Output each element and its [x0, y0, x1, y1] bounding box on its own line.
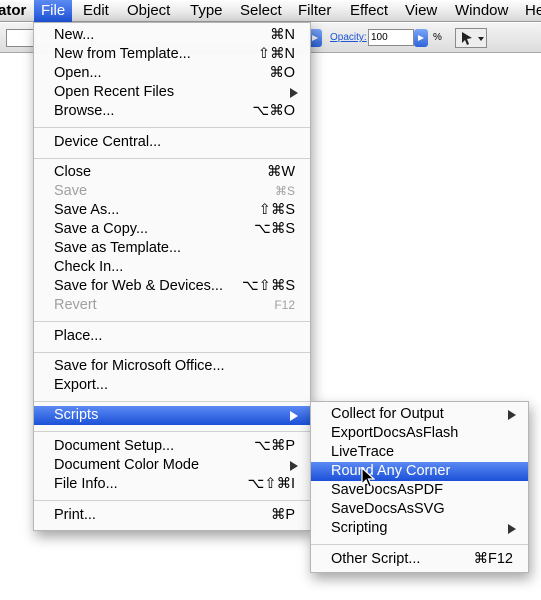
- menubar-file[interactable]: File: [34, 0, 73, 22]
- menu-separator: [34, 431, 310, 432]
- menu-item-document-color-mode[interactable]: Document Color Mode: [34, 456, 310, 475]
- submenu-arrow-icon: [290, 461, 298, 471]
- submenu-arrow-icon: [290, 88, 298, 98]
- menu-item-print[interactable]: Print... ⌘P: [34, 506, 310, 525]
- file-menu: New... ⌘N New from Template... ⇧⌘N Open...…: [33, 22, 311, 531]
- menu-item-open[interactable]: Open... ⌘O: [34, 64, 310, 83]
- menu-item-new-from-template[interactable]: New from Template... ⇧⌘N: [34, 45, 310, 64]
- menubar-edit[interactable]: Edit: [83, 0, 109, 22]
- menu-item-save-for-office[interactable]: Save for Microsoft Office...: [34, 357, 310, 376]
- menu-item-new[interactable]: New... ⌘N: [34, 26, 310, 45]
- menu-separator: [34, 321, 310, 322]
- submenu-arrow-icon: [508, 410, 516, 420]
- menubar-object[interactable]: Object: [127, 0, 170, 22]
- menubar-view[interactable]: View: [405, 0, 437, 22]
- menu-separator: [34, 158, 310, 159]
- submenu-item-scripting[interactable]: Scripting: [311, 519, 528, 538]
- menubar-window[interactable]: Window: [455, 0, 508, 22]
- submenu-arrow-icon: [290, 411, 298, 421]
- menu-item-save-a-copy[interactable]: Save a Copy... ⌥⌘S: [34, 220, 310, 239]
- menubar-select[interactable]: Select: [240, 0, 282, 22]
- menu-item-revert: Revert F12: [54, 297, 295, 313]
- menu-item-check-in[interactable]: Check In...: [34, 258, 310, 277]
- menu-item-browse[interactable]: Browse... ⌥⌘O: [34, 102, 310, 121]
- opacity-dropdown-icon[interactable]: [414, 29, 428, 47]
- submenu-item-livetrace[interactable]: LiveTrace: [311, 443, 528, 462]
- menu-item-save-as-template[interactable]: Save as Template...: [34, 239, 310, 258]
- menubar-effect[interactable]: Effect: [350, 0, 388, 22]
- menubar-filter[interactable]: Filter: [298, 0, 331, 22]
- menu-item-open-recent[interactable]: Open Recent Files: [34, 83, 310, 102]
- menu-item-save: Save ⌘S: [54, 183, 295, 199]
- opacity-input[interactable]: 100: [368, 29, 414, 46]
- submenu-item-save-docs-as-pdf[interactable]: SaveDocsAsPDF: [311, 481, 528, 500]
- menu-separator: [34, 127, 310, 128]
- menu-separator: [34, 500, 310, 501]
- submenu-item-round-any-corner[interactable]: Round Any Corner: [311, 462, 528, 481]
- menu-item-scripts[interactable]: Scripts: [34, 406, 310, 425]
- isolate-tool-icon[interactable]: [455, 28, 487, 48]
- menu-item-close[interactable]: Close ⌘W: [34, 163, 310, 182]
- menu-item-save-as[interactable]: Save As... ⇧⌘S: [34, 201, 310, 220]
- menu-item-place[interactable]: Place...: [34, 327, 310, 346]
- menubar-app-name[interactable]: ator: [0, 0, 26, 22]
- menu-bar: ator File Edit Object Type Select Filter…: [0, 0, 541, 22]
- submenu-item-collect-for-output[interactable]: Collect for Output: [311, 405, 528, 424]
- menu-item-file-info[interactable]: File Info... ⌥⇧⌘I: [34, 475, 310, 494]
- menu-item-export[interactable]: Export...: [34, 376, 310, 395]
- mouse-cursor-icon: [361, 467, 375, 488]
- menu-item-document-setup[interactable]: Document Setup... ⌥⌘P: [34, 437, 310, 456]
- fill-swatch[interactable]: [6, 29, 36, 47]
- menu-separator: [34, 401, 310, 402]
- submenu-item-export-docs-as-flash[interactable]: ExportDocsAsFlash: [311, 424, 528, 443]
- submenu-item-other-script[interactable]: Other Script... ⌘F12: [311, 550, 528, 569]
- submenu-item-save-docs-as-svg[interactable]: SaveDocsAsSVG: [311, 500, 528, 519]
- menu-separator: [34, 352, 310, 353]
- scripts-submenu: Collect for Output ExportDocsAsFlash Liv…: [310, 401, 529, 573]
- menu-item-device-central[interactable]: Device Central...: [34, 133, 310, 152]
- menubar-type[interactable]: Type: [190, 0, 223, 22]
- menubar-help[interactable]: He: [525, 0, 541, 22]
- submenu-arrow-icon: [508, 524, 516, 534]
- menu-item-save-for-web[interactable]: Save for Web & Devices... ⌥⇧⌘S: [34, 277, 310, 296]
- opacity-percent: %: [433, 32, 442, 43]
- opacity-label[interactable]: Opacity:: [330, 32, 367, 43]
- menu-separator: [311, 544, 528, 545]
